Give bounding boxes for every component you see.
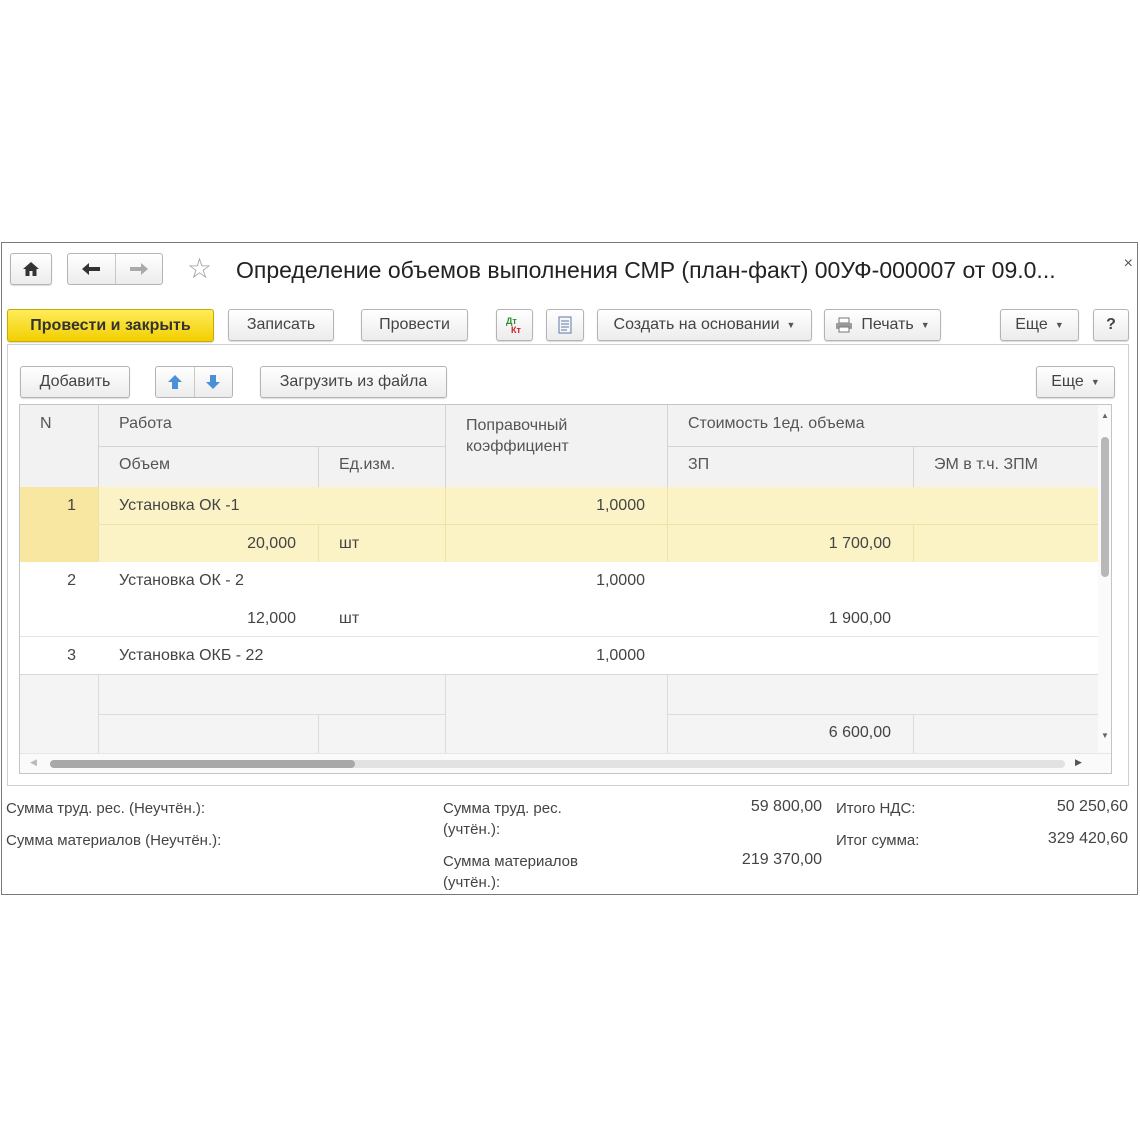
coefficient: 1,0000: [596, 497, 645, 514]
close-icon[interactable]: ×: [1124, 255, 1133, 273]
print-label: Печать: [861, 316, 914, 333]
horizontal-scrollbar[interactable]: ◀ ▶: [20, 753, 1111, 773]
load-from-file-button[interactable]: Загрузить из файла: [260, 366, 447, 398]
arrow-down-icon: [206, 375, 221, 389]
dt-kt-icon: ДтКт: [506, 316, 521, 335]
back-button[interactable]: [68, 254, 115, 284]
table-row[interactable]: 1 Установка ОК -1 1,0000 20,000 шт 1 700…: [20, 487, 1098, 562]
document-icon: [558, 316, 572, 334]
vertical-scroll-thumb[interactable]: [1101, 437, 1109, 577]
create-based-on-button[interactable]: Создать на основании ▼: [597, 309, 812, 341]
row-number: 1: [67, 497, 76, 514]
help-button[interactable]: ?: [1093, 309, 1129, 341]
print-button[interactable]: Печать ▼: [824, 309, 941, 341]
scroll-down-icon[interactable]: ▼: [1101, 731, 1109, 740]
col-header-unit[interactable]: Ед.изм.: [339, 456, 395, 474]
work-name: Установка ОК -1: [119, 497, 240, 514]
table-more-label: Еще: [1051, 373, 1084, 390]
scroll-right-icon[interactable]: ▶: [1075, 757, 1082, 768]
scroll-left-icon[interactable]: ◀: [30, 757, 37, 768]
coefficient: 1,0000: [596, 647, 645, 664]
materials-accounted-label: Сумма материалов (учтён.):: [443, 853, 578, 891]
create-based-on-label: Создать на основании: [613, 316, 780, 333]
labor-accounted-value: 59 800,00: [750, 798, 822, 815]
col-header-work[interactable]: Работа: [119, 415, 172, 433]
col-header-em[interactable]: ЭМ в т.ч. ЗПМ: [934, 456, 1038, 474]
chevron-down-icon: ▼: [786, 320, 796, 330]
zp-cost: 1 900,00: [828, 610, 891, 627]
svg-text:Кт: Кт: [511, 325, 521, 335]
star-icon[interactable]: ☆: [187, 252, 212, 285]
document-button[interactable]: [546, 309, 584, 341]
vertical-scrollbar[interactable]: ▲ ▼: [1098, 405, 1111, 753]
more-button[interactable]: Еще ▼: [1000, 309, 1079, 341]
add-row-button[interactable]: Добавить: [20, 366, 130, 398]
chevron-down-icon: ▼: [1054, 320, 1064, 330]
row-number: 3: [67, 647, 76, 664]
col-header-volume[interactable]: Объем: [119, 456, 170, 474]
volume: 20,000: [247, 535, 296, 552]
scroll-up-icon[interactable]: ▲: [1101, 411, 1109, 420]
vat-total-value: 50 250,60: [1056, 798, 1128, 815]
table-row[interactable]: 2 Установка ОК - 2 1,0000 12,000 шт 1 90…: [20, 562, 1098, 637]
chevron-down-icon: ▼: [1090, 377, 1100, 387]
save-button[interactable]: Записать: [228, 309, 334, 341]
move-rows-group: [155, 366, 233, 398]
arrow-left-icon: [82, 263, 101, 275]
arrow-right-icon: [129, 263, 148, 275]
post-and-close-button[interactable]: Провести и закрыть: [7, 309, 214, 342]
materials-unaccounted-label: Сумма материалов (Неучтён.):: [6, 832, 222, 849]
zp-cost: 6 600,00: [828, 724, 891, 741]
page-title: Определение объемов выполнения СМР (план…: [236, 257, 1056, 283]
horizontal-scroll-thumb[interactable]: [50, 760, 355, 768]
home-button[interactable]: [10, 253, 52, 285]
row-number: 2: [67, 572, 76, 589]
move-up-button[interactable]: [156, 367, 194, 397]
history-nav: [67, 253, 163, 285]
col-header-n[interactable]: N: [40, 415, 52, 433]
materials-accounted-value: 219 370,00: [741, 851, 822, 868]
labor-unaccounted-label: Сумма труд. рес. (Неучтён.):: [6, 800, 206, 817]
vat-total-label: Итого НДС:: [836, 800, 916, 817]
grand-total-value: 329 420,60: [1047, 830, 1128, 847]
work-name: Установка ОКБ - 22: [119, 647, 264, 664]
more-label: Еще: [1015, 316, 1048, 333]
zp-cost: 1 700,00: [828, 535, 891, 552]
forward-button[interactable]: [114, 254, 163, 284]
table-row[interactable]: 6 600,00: [20, 675, 1098, 753]
col-header-coefficient[interactable]: Поправочный коэффициент: [466, 415, 606, 457]
col-header-unit-cost[interactable]: Стоимость 1ед. объема: [688, 415, 865, 433]
dt-kt-button[interactable]: Дт Кт: [496, 309, 533, 341]
volume: 12,000: [247, 610, 296, 627]
move-down-button[interactable]: [193, 367, 233, 397]
home-icon: [23, 262, 39, 276]
unit: шт: [339, 610, 360, 627]
chevron-down-icon: ▼: [920, 320, 930, 330]
coefficient: 1,0000: [596, 572, 645, 589]
works-table: N Работа Объем Ед.изм. Поправочный коэфф…: [19, 404, 1112, 774]
table-row[interactable]: 3 Установка ОКБ - 22 1,0000: [20, 637, 1098, 675]
arrow-up-icon: [167, 375, 182, 389]
col-header-zp[interactable]: ЗП: [688, 456, 709, 474]
table-more-button[interactable]: Еще ▼: [1036, 366, 1115, 398]
post-button[interactable]: Провести: [361, 309, 468, 341]
labor-accounted-label: Сумма труд. рес. (учтён.):: [443, 800, 562, 838]
work-name: Установка ОК - 2: [119, 572, 244, 589]
unit: шт: [339, 535, 360, 552]
grand-total-label: Итог сумма:: [836, 832, 920, 849]
printer-icon: [836, 317, 853, 333]
